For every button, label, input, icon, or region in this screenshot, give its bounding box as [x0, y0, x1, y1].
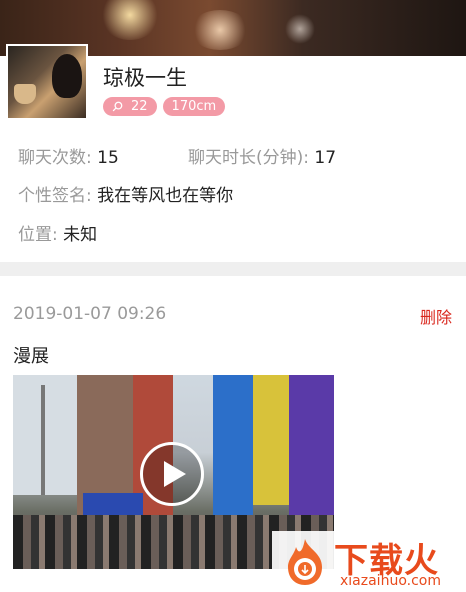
section-divider: [0, 262, 466, 276]
post-timestamp: 2019-01-07 09:26: [13, 304, 167, 324]
delete-button[interactable]: 删除: [420, 304, 452, 328]
chat-duration: 聊天时长(分钟): 17: [188, 143, 336, 168]
watermark: 下载火 xiazaihuo.com: [272, 531, 466, 592]
play-icon[interactable]: [140, 442, 204, 506]
chat-duration-label: 聊天时长(分钟):: [188, 148, 315, 168]
signature-value: 我在等风也在等你: [97, 186, 234, 206]
post-text: 漫展: [13, 346, 49, 367]
badge-row: 22 170cm: [103, 97, 226, 116]
avatar[interactable]: [6, 44, 88, 120]
search-icon: [112, 101, 123, 112]
height-badge-value: 170cm: [171, 99, 217, 114]
profile-card: 琼极一生 22 170cm 聊天次数: 15 聊天时长(分钟): 17 个性签名…: [0, 44, 466, 262]
location-label: 位置:: [18, 225, 64, 245]
location-value: 未知: [63, 225, 98, 245]
profile-page: 琼极一生 22 170cm 聊天次数: 15 聊天时长(分钟): 17 个性签名…: [0, 0, 466, 592]
count-badge: 22: [103, 97, 157, 116]
chat-duration-value: 17: [314, 148, 337, 168]
signature-label: 个性签名:: [18, 186, 98, 206]
height-badge: 170cm: [162, 97, 226, 116]
watermark-url: xiazaihuo.com: [340, 573, 441, 589]
flame-logo-icon: [288, 539, 322, 585]
user-name: 琼极一生: [103, 66, 187, 90]
location: 位置: 未知: [18, 220, 97, 245]
chat-count-value: 15: [97, 148, 119, 168]
count-badge-value: 22: [131, 99, 148, 114]
chat-count-label: 聊天次数:: [18, 148, 98, 168]
chat-count: 聊天次数: 15: [18, 143, 119, 168]
signature: 个性签名: 我在等风也在等你: [18, 181, 233, 206]
